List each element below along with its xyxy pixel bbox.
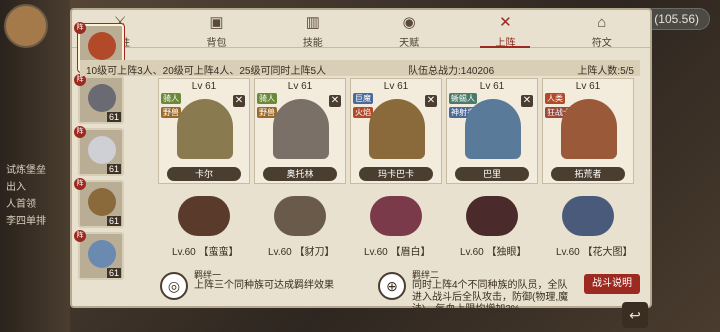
tab-lineup[interactable]: ✕ 上阵	[470, 10, 540, 49]
tab-runes[interactable]: ⌂ 符文	[567, 10, 637, 49]
race-tag: 骑人	[161, 93, 181, 104]
pet-slot[interactable]: Lv.60 【眉白】	[350, 190, 442, 260]
race-tag: 蜥蜴人	[449, 93, 477, 104]
bond-two: ⊕ 羁绊二 同时上阵4个不同种族的队员，全队进入战斗后全队攻击，防御(物理,魔法…	[378, 270, 578, 315]
pet-figure	[466, 196, 518, 236]
hero-figure	[177, 99, 233, 159]
bag-icon: ▣	[209, 14, 224, 31]
pet-slot[interactable]: Lv.60 【豺刀】	[254, 190, 346, 260]
pet-figure	[562, 196, 614, 236]
team-mark-icon: 阵	[74, 178, 86, 190]
hero-card[interactable]: Lv 61 骑人 野兽 ✕ 卡尔	[158, 78, 250, 184]
hero-portrait	[88, 188, 116, 216]
remove-hero-button[interactable]: ✕	[329, 95, 341, 107]
team-mark-icon: 阵	[74, 22, 86, 34]
lineup-rule: 10级可上阵3人、20级可上阵4人、25级可同时上阵5人	[86, 66, 327, 77]
tab-bar: ⚔属性 ▣背包 ▥技能 ◉天赋 ✕上阵 ⌂符文	[72, 10, 650, 49]
remove-hero-button[interactable]: ✕	[233, 95, 245, 107]
hero-card[interactable]: Lv 61 蜥蜴人 神射手 ✕ 巴里	[446, 78, 538, 184]
race-tag: 骑人	[257, 93, 277, 104]
tab-backpack[interactable]: ▣ 背包	[181, 10, 251, 49]
eye-icon: ◉	[402, 14, 416, 31]
pet-slot[interactable]: Lv.60 【蛮蛮】	[158, 190, 250, 260]
battle-explain-button[interactable]: 战斗说明	[584, 274, 640, 294]
team-mark-icon: 阵	[74, 230, 86, 242]
hero-figure	[465, 99, 521, 159]
book-icon: ▥	[305, 14, 320, 31]
left-menu-item[interactable]: 试炼堡垒	[0, 160, 70, 177]
left-menu-item[interactable]: 出入	[0, 177, 70, 194]
team-mark-icon: 阵	[74, 126, 86, 138]
bond-emblem-icon: ◎	[160, 272, 188, 300]
pet-slot[interactable]: Lv.60 【独眼】	[446, 190, 538, 260]
remove-hero-button[interactable]: ✕	[425, 95, 437, 107]
hero-figure	[561, 99, 617, 159]
team-info-bar: 10级可上阵3人、20级可上阵4人、25级可同时上阵5人 队伍总战力:14020…	[80, 60, 640, 77]
bond-one: ◎ 羁绊一 上阵三个同种族可达成羁绊效果	[160, 270, 360, 304]
roster-avatar[interactable]: 阵61	[74, 230, 124, 280]
hero-portrait	[88, 84, 116, 112]
roster-avatar[interactable]: 阵61	[74, 74, 124, 124]
tab-talents[interactable]: ◉ 天赋	[374, 10, 444, 49]
pet-figure	[370, 196, 422, 236]
race-tag: 人类	[545, 93, 565, 104]
hero-portrait	[88, 32, 116, 60]
hero-card[interactable]: Lv 61 骑人 野兽 ✕ 奥托林	[254, 78, 346, 184]
hero-figure	[369, 99, 425, 159]
crossed-swords-icon: ✕	[499, 14, 512, 31]
left-menu-item[interactable]: 李四单排	[0, 211, 70, 228]
back-arrow-icon[interactable]: ↩	[622, 302, 648, 328]
hero-card[interactable]: Lv 61 人类 狂战士 拓荒者	[542, 78, 634, 184]
hero-figure	[273, 99, 329, 159]
remove-hero-button[interactable]: ✕	[521, 95, 533, 107]
race-tag: 巨魔	[353, 93, 373, 104]
bond-emblem-icon: ⊕	[378, 272, 406, 300]
player-avatar[interactable]	[4, 4, 48, 48]
hero-card[interactable]: Lv 61 巨魔 火焰 ✕ 玛卡巴卡	[350, 78, 442, 184]
pet-figure	[274, 196, 326, 236]
pet-figure	[178, 196, 230, 236]
roster-avatar[interactable]: 阵61	[74, 126, 124, 176]
lineup-count: 上阵人数:5/5	[577, 66, 634, 77]
roster-avatar[interactable]: 阵61	[74, 178, 124, 228]
hero-portrait	[88, 136, 116, 164]
hero-portrait	[88, 240, 116, 268]
house-icon: ⌂	[597, 14, 607, 31]
tab-skills[interactable]: ▥ 技能	[278, 10, 348, 49]
team-power: 队伍总战力:140206	[408, 66, 495, 77]
left-menu: 试炼堡垒 出入 人首领 李四单排	[0, 160, 70, 228]
pet-slot[interactable]: Lv.60 【花大图】	[542, 190, 634, 260]
left-menu-item[interactable]: 人首领	[0, 194, 70, 211]
